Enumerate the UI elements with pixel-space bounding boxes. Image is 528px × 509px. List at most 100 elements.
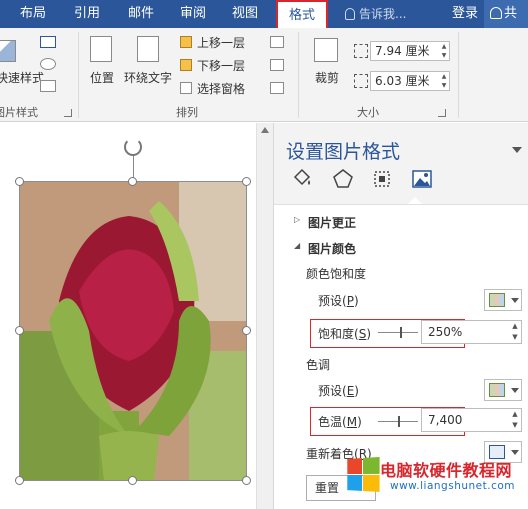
ribbon-tab-bar: 布局 引用 邮件 审阅 视图 格式 告诉我... 登录 共享 <box>0 0 528 49</box>
resize-handle-left[interactable] <box>15 326 24 335</box>
send-backward-label[interactable]: 下移一层 <box>197 57 245 74</box>
ribbon: 快速样式 图片样式 位置 环绕文字 上移一层 下移一层 选择窗格 排列 裁剪 7… <box>0 28 528 122</box>
saturation-label: 饱和度(S) <box>318 327 372 341</box>
section-picture-color[interactable]: 图片颜色 <box>308 240 356 257</box>
saturation-slider[interactable] <box>378 327 418 338</box>
bring-forward-label[interactable]: 上移一层 <box>197 34 245 51</box>
person-icon <box>490 7 502 19</box>
active-tab-indicator <box>408 197 422 204</box>
saturation-slider-knob[interactable] <box>400 327 402 338</box>
effects-icon[interactable] <box>331 167 355 191</box>
height-field[interactable]: 7.94 厘米 ▲ ▼ <box>370 41 450 61</box>
temperature-slider-knob[interactable] <box>398 416 400 427</box>
quick-styles-label[interactable]: 快速样式 <box>0 69 44 86</box>
width-field[interactable]: 6.03 厘米 ▲ ▼ <box>370 71 450 91</box>
group-divider <box>298 32 299 118</box>
resize-handle-top-right[interactable] <box>242 177 251 186</box>
tone-presets-label: 预设(E) <box>318 384 359 398</box>
crop-icon[interactable] <box>314 38 338 62</box>
saturation-input[interactable]: 250% ▲ ▼ <box>421 320 522 344</box>
quick-styles-icon[interactable] <box>0 40 16 62</box>
height-spinner[interactable]: ▲ ▼ <box>439 42 449 60</box>
temperature-slider[interactable] <box>378 416 418 427</box>
tone-presets-text: 预设 <box>318 384 343 398</box>
resize-handle-top-left[interactable] <box>15 177 24 186</box>
tab-references[interactable]: 引用 <box>64 0 110 28</box>
picture-layout-icon[interactable] <box>40 80 56 92</box>
chevron-down-icon <box>511 388 519 393</box>
saturation-presets-label: 预设(P) <box>318 294 359 308</box>
arrange-group-label: 排列 <box>176 106 198 119</box>
presets-grid-icon <box>489 293 505 307</box>
temperature-text: 色温 <box>318 415 343 429</box>
pane-options-icon[interactable] <box>512 147 522 153</box>
saturation-presets-dropdown[interactable] <box>484 289 522 311</box>
group-icon[interactable] <box>270 59 284 71</box>
resize-handle-right[interactable] <box>242 326 251 335</box>
resize-handle-bottom[interactable] <box>128 476 137 485</box>
saturation-group-label: 颜色饱和度 <box>306 267 367 281</box>
tone-presets-dropdown[interactable] <box>484 379 522 401</box>
size-launcher-icon[interactable] <box>438 109 446 117</box>
picture-border-icon[interactable] <box>40 36 56 48</box>
saturation-spinner[interactable]: ▲ ▼ <box>509 321 521 343</box>
wrap-text-label[interactable]: 环绕文字 <box>124 69 172 86</box>
presets-text: 预设 <box>318 294 343 308</box>
selection-pane-icon[interactable] <box>180 82 192 94</box>
chevron-down-icon <box>511 298 519 303</box>
picture-styles-launcher-icon[interactable] <box>64 109 72 117</box>
tab-view[interactable]: 视图 <box>222 0 268 28</box>
temperature-spinner[interactable]: ▲ ▼ <box>509 409 521 431</box>
tell-me-box[interactable]: 告诉我... <box>345 0 406 28</box>
tone-presets-key: E <box>346 384 355 398</box>
align-icon[interactable] <box>270 36 284 48</box>
rotate-handle-icon[interactable] <box>124 138 142 156</box>
tab-mailings[interactable]: 邮件 <box>118 0 164 28</box>
send-backward-icon[interactable] <box>180 59 192 71</box>
section-picture-corrections[interactable]: 图片更正 <box>308 214 356 231</box>
tone-presets-grid-icon <box>489 383 505 397</box>
site-watermark: 电脑软硬件教程网 www.liangshunet.com <box>346 453 528 509</box>
height-value: 7.94 厘米 <box>375 44 430 58</box>
temperature-key: M <box>346 415 358 429</box>
lightbulb-icon <box>345 8 355 20</box>
picture-icon[interactable] <box>410 167 434 191</box>
collapsed-arrow-icon[interactable]: ▷ <box>294 215 300 224</box>
wrap-text-icon[interactable] <box>137 36 159 62</box>
height-icon <box>354 44 368 58</box>
format-picture-pane: 设置图片格式 ▷ 图片更正 ◢ 图片颜色 颜色饱和度 预设(P) 饱和度(S) … <box>273 123 528 509</box>
presets-key: P <box>346 294 354 308</box>
group-divider <box>458 32 459 118</box>
saturation-value: 250% <box>428 325 463 339</box>
saturation-key: S <box>358 327 367 341</box>
scroll-up-icon[interactable] <box>261 127 269 133</box>
tell-me-text: 告诉我... <box>359 7 407 21</box>
rotate-icon[interactable] <box>270 82 284 94</box>
width-spinner[interactable]: ▲ ▼ <box>439 72 449 90</box>
tone-group-label: 色调 <box>306 358 331 372</box>
layout-size-icon[interactable] <box>370 167 394 191</box>
position-icon[interactable] <box>90 36 112 62</box>
selection-pane-label[interactable]: 选择窗格 <box>197 80 245 97</box>
picture-effects-icon[interactable] <box>40 58 56 70</box>
tab-review[interactable]: 审阅 <box>170 0 216 28</box>
resize-handle-bottom-right[interactable] <box>242 476 251 485</box>
temperature-value: 7,400 <box>428 413 463 427</box>
tab-format[interactable]: 格式 <box>276 0 328 30</box>
expanded-arrow-icon[interactable]: ◢ <box>294 241 300 250</box>
size-group-label: 大小 <box>357 106 379 119</box>
width-value: 6.03 厘米 <box>375 74 430 88</box>
vertical-scrollbar[interactable] <box>256 123 273 509</box>
login-link[interactable]: 登录 <box>452 0 478 28</box>
fill-line-icon[interactable] <box>290 167 314 191</box>
temperature-input[interactable]: 7,400 ▲ ▼ <box>421 408 522 432</box>
picture-styles-group-label: 图片样式 <box>0 106 38 119</box>
share-button[interactable]: 共享 <box>484 0 528 49</box>
position-label[interactable]: 位置 <box>90 69 114 86</box>
resize-handle-bottom-left[interactable] <box>15 476 24 485</box>
bring-forward-icon[interactable] <box>180 36 192 48</box>
width-icon <box>354 74 368 88</box>
crop-label[interactable]: 裁剪 <box>315 69 339 86</box>
tab-layout[interactable]: 布局 <box>10 0 56 28</box>
resize-handle-top[interactable] <box>128 177 137 186</box>
